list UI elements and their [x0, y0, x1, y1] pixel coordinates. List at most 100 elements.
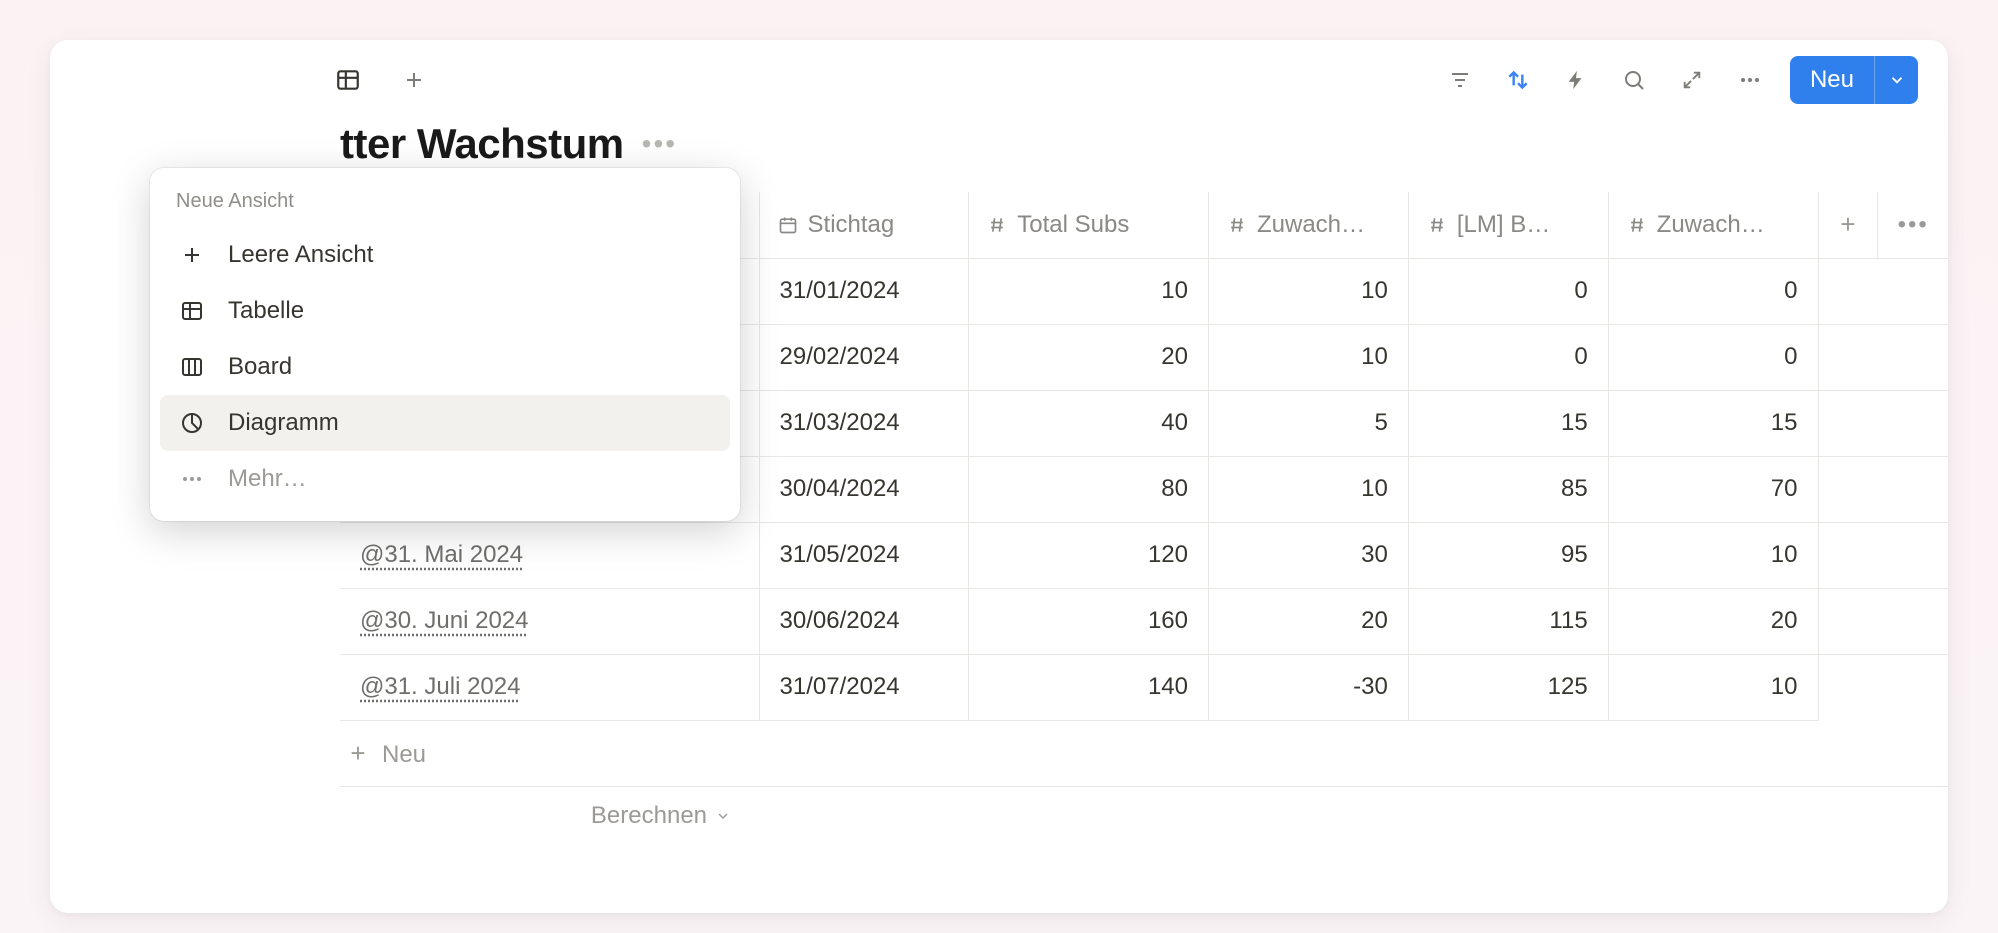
table-icon [178, 299, 206, 323]
hash-icon [1227, 215, 1247, 235]
table-view-tab-icon[interactable] [330, 62, 366, 98]
view-option-plus[interactable]: Leere Ansicht [160, 227, 730, 283]
topbar: Neu [50, 40, 1948, 120]
cell[interactable]: 0 [1608, 324, 1818, 390]
cell[interactable]: 10 [969, 258, 1209, 324]
cell[interactable]: 31/01/2024 [759, 258, 969, 324]
cell[interactable] [1878, 456, 1948, 522]
cell[interactable]: @31. Juli 2024 [340, 654, 759, 720]
cell[interactable]: 80 [969, 456, 1209, 522]
calc-cell [759, 786, 969, 846]
table-row[interactable]: @31. Juli 202431/07/2024140-3012510 [340, 654, 1948, 720]
cell[interactable]: 31/07/2024 [759, 654, 969, 720]
sort-icon[interactable] [1500, 62, 1536, 98]
cell[interactable]: 140 [969, 654, 1209, 720]
view-option-label: Diagramm [228, 409, 339, 437]
view-option-board[interactable]: Board [160, 339, 730, 395]
cell[interactable] [1878, 588, 1948, 654]
filter-icon[interactable] [1442, 62, 1478, 98]
add-column-button[interactable]: + [1818, 192, 1878, 258]
popover-header: Neue Ansicht [160, 186, 730, 227]
add-view-icon[interactable] [396, 62, 432, 98]
cell[interactable]: 20 [1608, 588, 1818, 654]
new-button-caret-icon[interactable] [1874, 56, 1918, 104]
cell[interactable]: 30/06/2024 [759, 588, 969, 654]
cell[interactable] [1878, 654, 1948, 720]
title-more-icon[interactable]: ••• [642, 128, 677, 160]
cell[interactable] [1818, 522, 1878, 588]
cell[interactable] [1818, 456, 1878, 522]
view-option-table[interactable]: Tabelle [160, 283, 730, 339]
cell[interactable]: 125 [1408, 654, 1608, 720]
automation-icon[interactable] [1558, 62, 1594, 98]
search-icon[interactable] [1616, 62, 1652, 98]
cell[interactable]: 31/05/2024 [759, 522, 969, 588]
calc-cell [1878, 786, 1948, 846]
cell[interactable] [1818, 324, 1878, 390]
cell[interactable] [1878, 258, 1948, 324]
cell[interactable]: 95 [1408, 522, 1608, 588]
chart-icon [178, 411, 206, 435]
cell[interactable]: 15 [1608, 390, 1818, 456]
view-option-chart[interactable]: Diagramm [160, 395, 730, 451]
dots-icon [178, 467, 206, 491]
cell[interactable]: 0 [1608, 258, 1818, 324]
column-header-zuwachs1[interactable]: Zuwach… [1208, 192, 1408, 258]
cell[interactable]: 40 [969, 390, 1209, 456]
hash-icon [1627, 215, 1647, 235]
cell[interactable] [1878, 324, 1948, 390]
page-title[interactable]: tter Wachstum [340, 120, 624, 168]
column-header-stichtag[interactable]: Stichtag [759, 192, 969, 258]
cell[interactable]: 120 [969, 522, 1209, 588]
column-label: Zuwach… [1657, 211, 1765, 239]
expand-icon[interactable] [1674, 62, 1710, 98]
cell[interactable]: 0 [1408, 324, 1608, 390]
column-label: Total Subs [1017, 211, 1129, 239]
view-option-label: Board [228, 353, 292, 381]
cell[interactable]: 10 [1608, 654, 1818, 720]
cell[interactable]: 31/03/2024 [759, 390, 969, 456]
add-row-button[interactable]: +Neu [340, 720, 1948, 786]
cell[interactable]: 85 [1408, 456, 1608, 522]
cell[interactable] [1878, 390, 1948, 456]
more-icon[interactable] [1732, 62, 1768, 98]
cell[interactable]: 30/04/2024 [759, 456, 969, 522]
cell[interactable]: 30 [1208, 522, 1408, 588]
cell[interactable]: 29/02/2024 [759, 324, 969, 390]
calculate-button[interactable]: Berechnen [340, 786, 759, 846]
cell[interactable] [1818, 258, 1878, 324]
cell[interactable]: @31. Mai 2024 [340, 522, 759, 588]
cell[interactable]: @30. Juni 2024 [340, 588, 759, 654]
plus-icon: + [1840, 209, 1855, 239]
cell[interactable]: -30 [1208, 654, 1408, 720]
cell[interactable]: 10 [1208, 258, 1408, 324]
cell[interactable]: 70 [1608, 456, 1818, 522]
table-row[interactable]: @31. Mai 202431/05/2024120309510 [340, 522, 1948, 588]
column-header-zuwachs2[interactable]: Zuwach… [1608, 192, 1818, 258]
cell[interactable] [1818, 588, 1878, 654]
cell[interactable]: 5 [1208, 390, 1408, 456]
cell[interactable]: 160 [969, 588, 1209, 654]
view-option-label: Leere Ansicht [228, 241, 373, 269]
table-row[interactable]: @30. Juni 202430/06/20241602011520 [340, 588, 1948, 654]
cell[interactable]: 15 [1408, 390, 1608, 456]
cell[interactable] [1818, 654, 1878, 720]
calc-cell [1208, 786, 1408, 846]
view-option-label: Tabelle [228, 297, 304, 325]
column-header-totalsubs[interactable]: Total Subs [969, 192, 1209, 258]
cell[interactable]: 20 [969, 324, 1209, 390]
column-header-lm_b[interactable]: [LM] B… [1408, 192, 1608, 258]
cell[interactable]: 10 [1208, 324, 1408, 390]
cell[interactable]: 20 [1208, 588, 1408, 654]
cell[interactable] [1818, 390, 1878, 456]
calc-cell [969, 786, 1209, 846]
cell[interactable]: 10 [1608, 522, 1818, 588]
cell[interactable]: 0 [1408, 258, 1608, 324]
cell[interactable] [1878, 522, 1948, 588]
cell[interactable]: 10 [1208, 456, 1408, 522]
cell[interactable]: 115 [1408, 588, 1608, 654]
calculate-label: Berechnen [591, 802, 707, 830]
column-more-button[interactable]: ••• [1878, 192, 1948, 258]
new-button[interactable]: Neu [1790, 56, 1918, 104]
view-option-dots[interactable]: Mehr… [160, 451, 730, 507]
